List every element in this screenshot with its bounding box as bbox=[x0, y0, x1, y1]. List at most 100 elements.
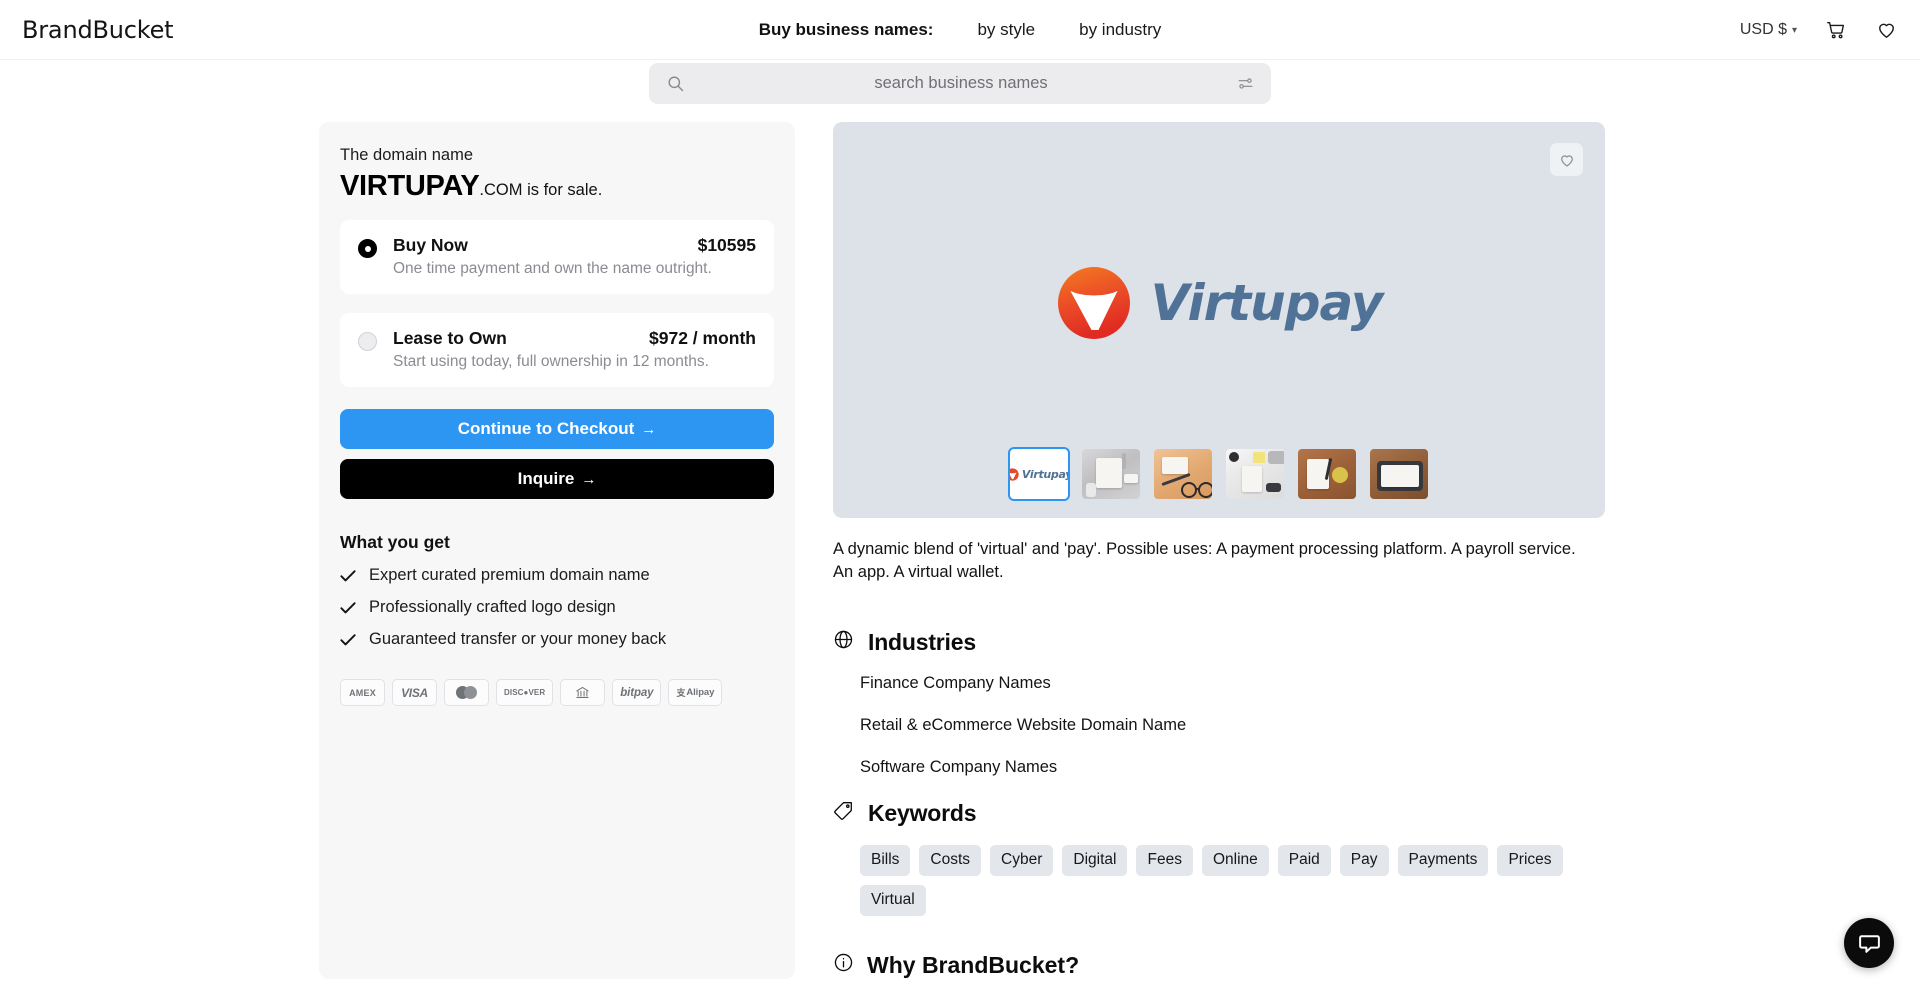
what-you-get-title: What you get bbox=[340, 532, 450, 553]
search-input[interactable] bbox=[685, 73, 1237, 94]
option-lease-title: Lease to Own bbox=[393, 328, 507, 349]
option-lease-price: $972 / month bbox=[649, 328, 756, 349]
virtupay-v-mark-icon bbox=[1056, 265, 1132, 341]
keywords-title: Keywords bbox=[868, 799, 977, 826]
arrow-right-icon: → bbox=[581, 470, 597, 488]
heart-icon bbox=[1560, 154, 1573, 167]
domain-name-heading: VIRTUPAY.COM is for sale. bbox=[340, 171, 774, 201]
page-content: The domain name VIRTUPAY.COM is for sale… bbox=[0, 104, 1920, 979]
check-icon bbox=[340, 569, 356, 583]
header-actions: USD $ ▾ bbox=[1740, 18, 1898, 41]
radio-buy-now[interactable] bbox=[358, 239, 377, 259]
thumbnail-mockup-2[interactable] bbox=[1152, 447, 1214, 501]
keywords-list: Bills Costs Cyber Digital Fees Online Pa… bbox=[860, 844, 1580, 916]
keyword-tag[interactable]: Digital bbox=[1062, 844, 1128, 876]
industries-list: Finance Company Names Retail & eCommerce… bbox=[833, 674, 1605, 777]
continue-to-checkout-button[interactable]: Continue to Checkout → bbox=[340, 409, 774, 450]
domain-name-label: The domain name bbox=[340, 146, 473, 164]
domain-description: A dynamic blend of 'virtual' and 'pay'. … bbox=[833, 540, 1576, 582]
option-buy-now[interactable]: Buy Now $10595 One time payment and own … bbox=[340, 220, 774, 295]
thumbnail-logo[interactable]: Virtupay bbox=[1008, 447, 1070, 501]
industry-item[interactable]: Software Company Names bbox=[860, 758, 1605, 777]
benefit-item: Professionally crafted logo design bbox=[340, 598, 774, 617]
thumbnail-mockup-1[interactable] bbox=[1080, 447, 1142, 501]
payment-methods: AMEX VISA DISC●VER bitpay 支 Alipay bbox=[340, 679, 774, 707]
nav-link-by-style[interactable]: by style bbox=[977, 20, 1035, 40]
chevron-down-icon: ▾ bbox=[1791, 25, 1797, 36]
option-buy-now-subtitle: One time payment and own the name outrig… bbox=[393, 260, 712, 278]
keyword-tag[interactable]: Bills bbox=[860, 844, 911, 876]
brand-wordmark: Virtupay bbox=[1150, 274, 1384, 332]
keyword-tag[interactable]: Prices bbox=[1497, 844, 1563, 876]
check-icon bbox=[340, 601, 356, 615]
site-header: BrandBucket Buy business names: by style… bbox=[0, 0, 1920, 60]
thumbnail-mockup-3[interactable] bbox=[1224, 447, 1286, 501]
nav-link-by-industry[interactable]: by industry bbox=[1079, 20, 1161, 40]
chat-widget-button[interactable] bbox=[1844, 918, 1894, 968]
option-buy-now-title: Buy Now bbox=[393, 235, 468, 256]
payment-amex-icon: AMEX bbox=[340, 679, 385, 707]
why-brandbucket-section: Why BrandBucket? bbox=[833, 952, 1605, 979]
main-nav: Buy business names: by style by industry bbox=[759, 20, 1162, 40]
industry-item[interactable]: Finance Company Names bbox=[860, 674, 1605, 693]
domain-name: VIRTUPAY bbox=[340, 170, 480, 202]
tag-icon bbox=[833, 800, 854, 826]
keyword-tag[interactable]: Online bbox=[1201, 844, 1269, 876]
mockup-image bbox=[1082, 449, 1140, 499]
payment-bank-icon bbox=[560, 679, 606, 707]
check-icon bbox=[340, 633, 356, 647]
wishlist-button[interactable] bbox=[1875, 18, 1898, 41]
keyword-tag[interactable]: Fees bbox=[1136, 844, 1193, 876]
thumbnail-mockup-5[interactable] bbox=[1368, 447, 1430, 501]
keyword-tag[interactable]: Costs bbox=[919, 844, 982, 876]
keyword-tag[interactable]: Paid bbox=[1277, 844, 1331, 876]
search-icon bbox=[668, 76, 684, 92]
currency-label: USD $ bbox=[1739, 20, 1787, 38]
option-lease-to-own[interactable]: Lease to Own $972 / month Start using to… bbox=[340, 313, 774, 388]
nav-heading: Buy business names: bbox=[758, 19, 934, 39]
payment-alipay-icon: 支 Alipay bbox=[668, 679, 723, 707]
keyword-tag[interactable]: Cyber bbox=[990, 844, 1054, 876]
inquire-label: Inquire bbox=[517, 469, 575, 489]
industries-title: Industries bbox=[868, 628, 976, 655]
keyword-tag[interactable]: Payments bbox=[1397, 844, 1489, 876]
mockup-image bbox=[1226, 449, 1284, 499]
logo-preview-panel: Virtupay Virtupay bbox=[833, 122, 1605, 518]
industry-item[interactable]: Retail & eCommerce Website Domain Name bbox=[860, 716, 1605, 735]
arrow-right-icon: → bbox=[641, 420, 657, 438]
detail-column: Virtupay Virtupay A dynamic blend of 'vi… bbox=[833, 122, 1605, 979]
currency-selector[interactable]: USD $ ▾ bbox=[1740, 21, 1797, 39]
search-section bbox=[0, 60, 1920, 104]
checkout-label: Continue to Checkout bbox=[457, 419, 635, 439]
keyword-tag[interactable]: Virtual bbox=[860, 884, 926, 916]
filter-sliders-icon[interactable] bbox=[1237, 75, 1254, 92]
option-lease-subtitle: Start using today, full ownership in 12 … bbox=[393, 353, 709, 371]
search-bar[interactable] bbox=[649, 63, 1271, 104]
thumbnail-mockup-4[interactable] bbox=[1296, 447, 1358, 501]
benefit-label: Expert curated premium domain name bbox=[369, 566, 650, 585]
info-icon bbox=[833, 952, 854, 978]
domain-name-suffix: .COM is for sale. bbox=[479, 181, 603, 199]
chat-bubble-icon bbox=[1858, 934, 1880, 953]
thumbnail-wordmark: Virtupay bbox=[1021, 467, 1070, 481]
virtupay-v-mark-icon bbox=[1010, 467, 1019, 481]
radio-lease-to-own[interactable] bbox=[358, 332, 377, 352]
favorite-button[interactable] bbox=[1550, 143, 1583, 176]
payment-visa-icon: VISA bbox=[392, 679, 437, 707]
payment-mastercard-icon bbox=[444, 679, 489, 707]
mockup-image bbox=[1370, 449, 1428, 499]
keywords-section: Keywords Bills Costs Cyber Digital Fees … bbox=[833, 800, 1605, 916]
cart-button[interactable] bbox=[1825, 19, 1847, 41]
inquire-button[interactable]: Inquire → bbox=[340, 459, 774, 500]
keyword-tag[interactable]: Pay bbox=[1339, 844, 1389, 876]
brandbucket-logo[interactable]: BrandBucket bbox=[22, 16, 174, 44]
thumbnail-strip: Virtupay bbox=[833, 447, 1605, 501]
globe-icon bbox=[833, 629, 854, 655]
benefit-item: Expert curated premium domain name bbox=[340, 566, 774, 585]
buy-card: The domain name VIRTUPAY.COM is for sale… bbox=[319, 122, 795, 979]
payment-bitpay-icon: bitpay bbox=[612, 679, 662, 707]
benefit-item: Guaranteed transfer or your money back bbox=[340, 630, 774, 649]
benefit-label: Professionally crafted logo design bbox=[369, 598, 616, 617]
brand-logo: Virtupay bbox=[1056, 265, 1383, 341]
option-buy-now-price: $10595 bbox=[697, 235, 756, 256]
